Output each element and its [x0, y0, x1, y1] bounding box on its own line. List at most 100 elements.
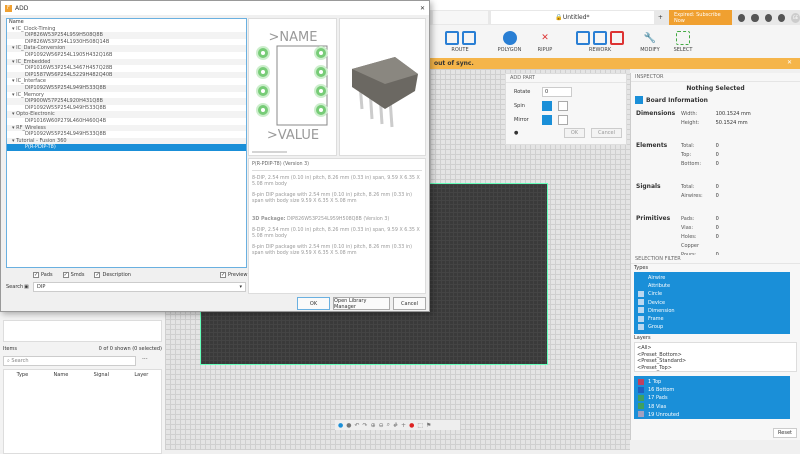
bell-icon[interactable] — [764, 13, 772, 22]
stop-icon[interactable]: ● — [409, 422, 414, 429]
redo-icon[interactable]: ↷ — [363, 422, 368, 429]
filter-checkboxes: ✓ Pads ✓ Smds ✓ Description — [33, 272, 131, 278]
eye-icon[interactable]: ● — [346, 422, 351, 429]
mirror-off-button[interactable] — [558, 115, 568, 125]
ok-button[interactable]: OK — [297, 297, 330, 310]
close-icon[interactable]: ✕ — [787, 59, 792, 66]
subscribe-button[interactable]: Expired: Subscribe Now — [668, 9, 733, 26]
layers-list[interactable]: 1 Top 16 Bottom 17 Pads 18 Vias 19 Unrouted — [634, 376, 790, 419]
tree-group[interactable]: ▾ IC_Clock-Timing — [7, 26, 246, 33]
layer-item[interactable]: 19 Unrouted — [638, 411, 786, 419]
tree-group[interactable]: ▾ IC_Embedded — [7, 58, 246, 66]
add-icon[interactable]: + — [401, 422, 406, 429]
tree-group[interactable]: ▾ RF_Wireless — [7, 124, 246, 132]
clock-icon[interactable] — [751, 13, 759, 22]
search-mode-icon[interactable]: ▣ — [24, 284, 29, 290]
more-options-icon[interactable]: ··· — [142, 356, 162, 366]
undo-icon[interactable]: ↶ — [355, 422, 360, 429]
tab-previous[interactable] — [433, 11, 488, 24]
tree-item[interactable]: DIP1587W56P254L5229H482Q40B — [7, 71, 246, 79]
reset-button[interactable]: Reset — [773, 428, 797, 438]
grid-icon[interactable]: # — [393, 422, 398, 429]
spin-off-button[interactable] — [558, 101, 568, 111]
type-icon — [638, 315, 644, 322]
zoom-in-icon[interactable]: ⊕ — [371, 422, 376, 429]
chat-icon[interactable] — [738, 13, 746, 22]
tree-group[interactable]: ▾ IC_Memory — [7, 92, 246, 99]
tree-group[interactable]: ▾ Tutorial - Fusion 360 — [7, 137, 246, 145]
type-item[interactable]: Circle — [638, 290, 786, 298]
types-list[interactable]: Airwire Attribute Circle Device Dimension Fra… — [634, 272, 790, 334]
type-item[interactable]: Frame — [638, 315, 786, 323]
tree-item[interactable]: DIP1092W55P254L949H533Q8B — [7, 84, 246, 92]
tree-item[interactable]: DIP826W53P254L959H508Q8B — [7, 32, 246, 39]
smds-checkbox[interactable]: ✓ Smds — [62, 272, 84, 278]
close-icon[interactable]: ✕ — [420, 5, 425, 12]
tab-untitled[interactable]: 🔒 Untitled* — [490, 11, 654, 24]
tree-group[interactable]: ▾ Opto-Electronic — [7, 111, 246, 118]
layer-item[interactable]: 16 Bottom — [638, 386, 786, 394]
select-area-icon[interactable]: ⬚ — [417, 422, 423, 429]
description-checkbox[interactable]: ✓ Description — [94, 272, 131, 278]
type-item[interactable]: Airwire — [638, 274, 786, 282]
rework-icon — [576, 31, 590, 45]
layer-color-swatch — [638, 394, 644, 401]
info-icon[interactable]: ● — [338, 422, 343, 429]
modify-group[interactable]: 🔧 MODIFY — [635, 29, 665, 54]
tree-header-name[interactable]: Name — [7, 19, 246, 26]
zoom-out-icon[interactable]: ⊖ — [379, 422, 384, 429]
preview-checkbox[interactable]: ✓ Preview — [220, 272, 247, 278]
footprint-drawing: >NAME >VALUE — [252, 30, 328, 153]
fusion-logo-icon: F — [5, 4, 12, 12]
type-item[interactable]: Device — [638, 299, 786, 307]
tree-group[interactable]: ▾ IC_Data-Conversion — [7, 45, 246, 52]
chevron-down-icon[interactable]: ▾ — [239, 284, 242, 290]
tree-item[interactable]: DIP826W53P254L1930H508Q14B — [7, 39, 246, 46]
preset-item[interactable]: <Preset_Top> — [637, 365, 794, 372]
tree-item[interactable]: DIP1092W55P254L949H533Q8B — [7, 131, 246, 138]
tree-group[interactable]: ▾ IC_Interface — [7, 78, 246, 85]
type-item[interactable]: Dimension — [638, 307, 786, 315]
add-dialog: F ADD ✕ Name ▾ IC_Clock-Timing DIP826W53P25… — [0, 0, 430, 312]
rotate-select[interactable]: 0 — [542, 87, 572, 97]
layer-color-swatch — [638, 378, 644, 385]
info-icon[interactable]: ● — [514, 130, 518, 136]
tree-item[interactable]: DIP1016W53P254L3467H457Q28B — [7, 65, 246, 72]
add-part-cancel-button[interactable]: Cancel — [591, 128, 622, 138]
tree-item[interactable]: DIP1092W56P254L1905H432Q16B — [7, 52, 246, 59]
pads-checkbox[interactable]: ✓ Pads — [33, 272, 53, 278]
zoom-fit-icon[interactable]: ⌕ — [387, 421, 390, 429]
layer-item[interactable]: 18 Vias — [638, 403, 786, 411]
polygon-group[interactable]: POLYGON — [492, 29, 527, 53]
type-icon — [638, 290, 644, 297]
description-panel: P(R-PDIP-T8) (Version 3) 8-DIP, 2.54 mm … — [248, 158, 426, 294]
board-information-toggle[interactable]: Board Information — [635, 96, 800, 104]
ripup-group[interactable]: ✕ RIPUP — [530, 29, 560, 53]
presets-list[interactable]: <All> <Preset_Bottom> <Preset_Standard> <Pr… — [634, 342, 797, 372]
layer-item[interactable]: 1 Top — [638, 378, 786, 386]
tree-item[interactable]: DIP900W57P254L920H431Q8B — [7, 98, 246, 105]
avatar[interactable]: GE — [791, 12, 800, 23]
spin-on-button[interactable] — [542, 101, 552, 111]
items-search-input[interactable]: ⌕ Search — [3, 356, 136, 366]
new-tab-button[interactable]: + — [658, 14, 663, 21]
tree-item[interactable]: DIP1092W55P254L949H533Q8B — [7, 105, 246, 112]
cancel-button[interactable]: Cancel — [393, 297, 426, 310]
route-group[interactable]: ROUTE — [430, 29, 490, 53]
rework-group[interactable]: REWORK — [565, 29, 635, 53]
rework-icon — [610, 31, 624, 45]
tree-item[interactable]: P(R-PDIP-T8) — [7, 144, 246, 151]
select-group[interactable]: SELECT — [668, 29, 698, 53]
layer-item[interactable]: 17 Pads — [638, 394, 786, 402]
type-item[interactable]: Group — [638, 323, 786, 331]
add-part-ok-button[interactable]: OK — [563, 128, 586, 138]
mirror-on-button[interactable] — [542, 115, 552, 125]
library-tree[interactable]: Name ▾ IC_Clock-Timing DIP826W53P254L959H… — [6, 18, 247, 268]
search-input[interactable]: DIP ▾ — [33, 282, 246, 292]
tree-item[interactable]: DIP1016W60P279L460H460Q4B — [7, 118, 246, 125]
open-library-manager-button[interactable]: Open Library Manager — [333, 297, 390, 310]
help-icon[interactable] — [777, 13, 786, 22]
type-item[interactable]: Attribute — [638, 282, 786, 290]
add-part-header: ADD PART — [506, 74, 626, 83]
flag-icon[interactable]: ⚑ — [426, 422, 431, 429]
